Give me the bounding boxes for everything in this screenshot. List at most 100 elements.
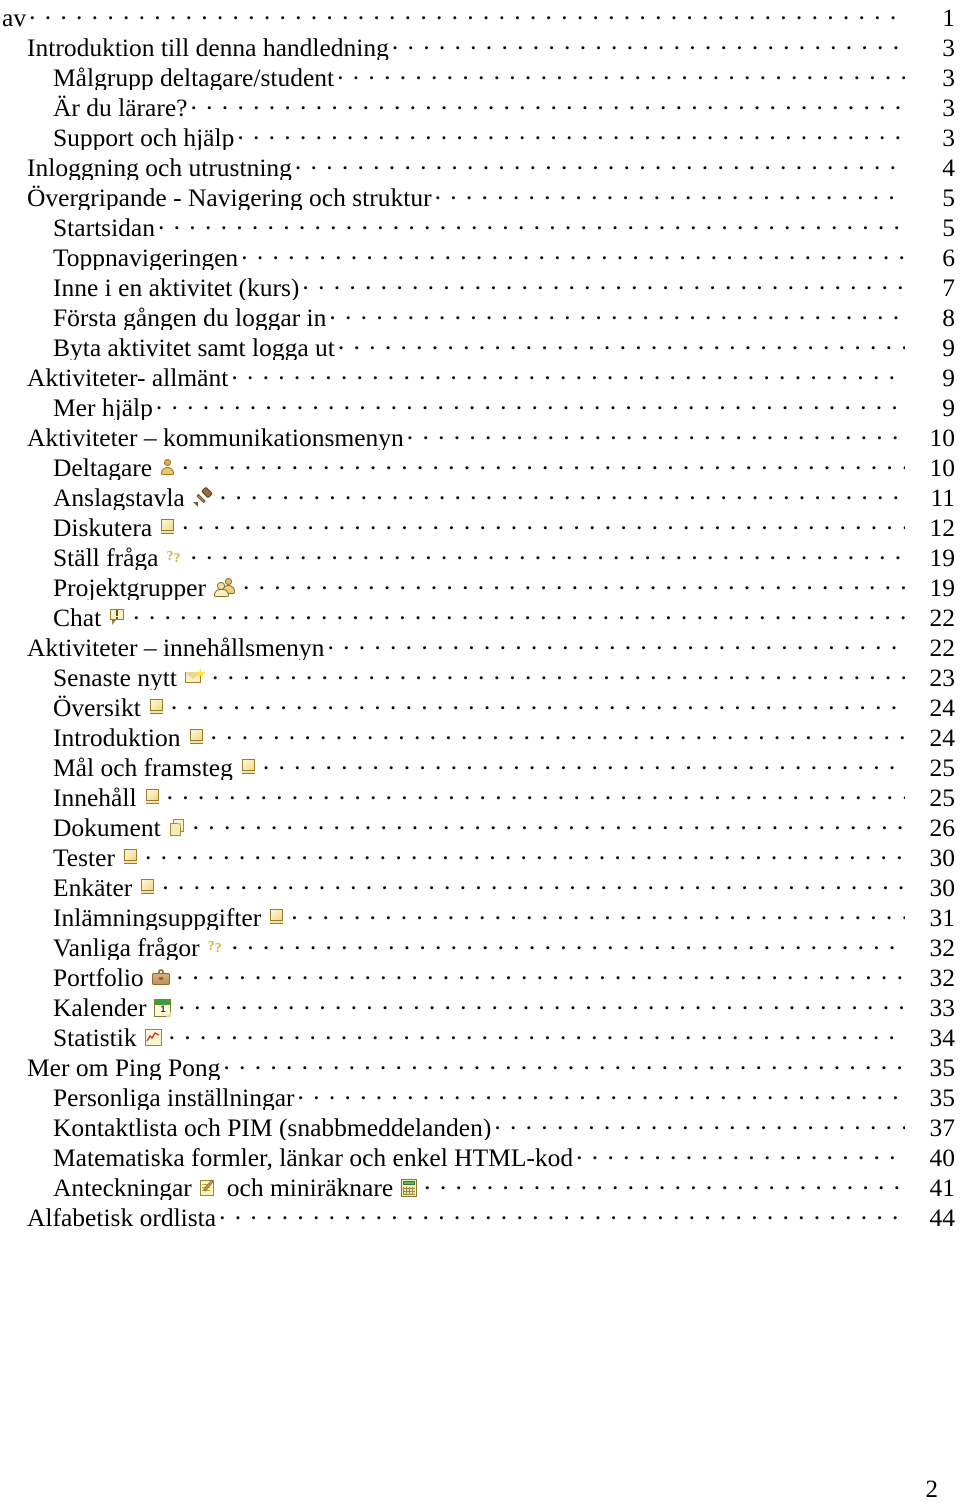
toc-entry[interactable]: Första gången du loggar in 8 bbox=[0, 300, 960, 330]
dot-leader bbox=[327, 630, 905, 656]
toc-entry-page-number: 34 bbox=[929, 1022, 956, 1051]
dot-leader bbox=[211, 720, 906, 746]
dot-leader bbox=[177, 960, 905, 986]
toc-entry[interactable]: Support och hjälp 3 bbox=[0, 120, 960, 150]
toc-entry-title: Matematiska formler, länkar och enkel HT… bbox=[53, 1142, 574, 1171]
toc-entry[interactable]: Aktiviteter- allmänt 9 bbox=[0, 360, 960, 390]
toc-entry-title: Översikt bbox=[53, 692, 141, 721]
book-icon bbox=[149, 699, 164, 716]
toc-entry-page-number: 35 bbox=[929, 1082, 956, 1111]
notepad-pencil-icon bbox=[199, 1179, 217, 1197]
dot-leader bbox=[171, 690, 905, 716]
toc-entry[interactable]: Byta aktivitet samt logga ut 9 bbox=[0, 330, 960, 360]
toc-entry[interactable]: av 1 bbox=[0, 0, 960, 30]
toc-entry-page-number: 32 bbox=[929, 932, 956, 961]
toc-entry[interactable]: Kontaktlista och PIM (snabbmeddelanden) 3… bbox=[0, 1110, 960, 1140]
toc-entry-page-number: 4 bbox=[942, 152, 955, 181]
toc-entry[interactable]: Deltagare 10 bbox=[0, 450, 960, 480]
toc-entry[interactable]: Inlämningsuppgifter 31 bbox=[0, 900, 960, 930]
toc-entry-label: Inlämningsuppgifter bbox=[0, 903, 288, 930]
toc-entry[interactable]: Aktiviteter – innehållsmenyn 22 bbox=[0, 630, 960, 660]
toc-entry-label: Ställ fråga?? bbox=[0, 543, 188, 571]
toc-entry[interactable]: Innehåll 25 bbox=[0, 780, 960, 810]
calendar-icon: 1 bbox=[154, 998, 172, 1017]
toc-entry-label: Aktiviteter – kommunikationsmenyn bbox=[0, 423, 404, 451]
dot-leader bbox=[329, 300, 905, 326]
toc-entry-page-number: 37 bbox=[929, 1112, 956, 1141]
dot-leader bbox=[576, 1140, 905, 1166]
book-icon bbox=[241, 759, 256, 776]
dot-leader bbox=[162, 870, 905, 896]
toc-entry[interactable]: Personliga inställningar 35 bbox=[0, 1080, 960, 1110]
toc-entry-label: Matematiska formler, länkar och enkel HT… bbox=[0, 1143, 573, 1171]
toc-entry-title-suffix: och miniräknare bbox=[226, 1172, 394, 1201]
toc-entry[interactable]: Anteckningar och miniräknare 41 bbox=[0, 1170, 960, 1200]
toc-entry[interactable]: Inloggning och utrustning 4 bbox=[0, 150, 960, 180]
toc-entry-title: Personliga inställningar bbox=[53, 1082, 295, 1111]
toc-entry[interactable]: Introduktion till denna handledning 3 bbox=[0, 30, 960, 60]
dot-leader bbox=[232, 930, 905, 956]
dot-leader bbox=[182, 510, 905, 536]
toc-entry-page-number: 10 bbox=[929, 452, 956, 481]
book-icon bbox=[189, 729, 204, 746]
toc-entry[interactable]: Översikt 24 bbox=[0, 690, 960, 720]
toc-entry-title: Tester bbox=[53, 842, 115, 871]
toc-entry[interactable]: Mer hjälp 9 bbox=[0, 390, 960, 420]
dot-leader bbox=[182, 450, 905, 476]
dot-leader bbox=[158, 210, 905, 236]
toc-entry-label: Introduktion till denna handledning bbox=[0, 33, 389, 61]
toc-entry[interactable]: Senaste nytt 23 bbox=[0, 660, 960, 690]
toc-entry[interactable]: Kalender 1 33 bbox=[0, 990, 960, 1020]
toc-entry[interactable]: Chat 22 bbox=[0, 600, 960, 630]
toc-entry[interactable]: Alfabetisk ordlista 44 bbox=[0, 1200, 960, 1230]
toc-entry-title: Enkäter bbox=[53, 872, 133, 901]
toc-entry[interactable]: Ställ fråga?? 19 bbox=[0, 540, 960, 570]
toc-entry-page-number: 26 bbox=[929, 812, 956, 841]
toc-entry[interactable]: Vanliga frågor?? 32 bbox=[0, 930, 960, 960]
toc-entry[interactable]: Matematiska formler, länkar och enkel HT… bbox=[0, 1140, 960, 1170]
toc-entry-page-number: 3 bbox=[942, 92, 955, 121]
toc-entry[interactable]: Introduktion 24 bbox=[0, 720, 960, 750]
toc-entry[interactable]: Inne i en aktivitet (kurs) 7 bbox=[0, 270, 960, 300]
toc-entry-label: Kalender 1 bbox=[0, 992, 175, 1021]
toc-entry[interactable]: Anslagstavla 11 bbox=[0, 480, 960, 510]
dot-leader bbox=[212, 660, 905, 686]
dot-leader bbox=[219, 1200, 905, 1226]
toc-entry[interactable]: Mål och framsteg 25 bbox=[0, 750, 960, 780]
toc-entry[interactable]: Dokument 26 bbox=[0, 810, 960, 840]
toc-entry-page-number: 24 bbox=[929, 722, 956, 751]
dot-leader bbox=[223, 1050, 905, 1076]
toc-entry-title: Kalender bbox=[53, 992, 147, 1021]
toc-entry-label: Översikt bbox=[0, 692, 168, 721]
toc-entry[interactable]: Startsidan 5 bbox=[0, 210, 960, 240]
briefcase-icon bbox=[151, 969, 170, 986]
toc-entry[interactable]: Statistik 34 bbox=[0, 1020, 960, 1050]
toc-entry-title: Introduktion till denna handledning bbox=[27, 32, 389, 61]
toc-entry[interactable]: Projektgrupper 19 bbox=[0, 570, 960, 600]
toc-entry-label: Byta aktivitet samt logga ut bbox=[0, 333, 335, 361]
toc-entry[interactable]: Portfolio 32 bbox=[0, 960, 960, 990]
toc-entry-label: Anslagstavla bbox=[0, 483, 217, 510]
toc-entry[interactable]: Tester 30 bbox=[0, 840, 960, 870]
toc-entry-title: Introduktion bbox=[53, 722, 181, 751]
toc-entry-title: Mer om Ping Pong bbox=[27, 1052, 221, 1081]
toc-entry-label: Inne i en aktivitet (kurs) bbox=[0, 273, 299, 301]
toc-entry[interactable]: Övergripande - Navigering och struktur 5 bbox=[0, 180, 960, 210]
toc-entry-title: av bbox=[2, 2, 27, 31]
toc-entry-title: Alfabetisk ordlista bbox=[27, 1202, 217, 1231]
toc-entry-label: Diskutera bbox=[0, 513, 179, 540]
toc-entry-title: Mer hjälp bbox=[53, 392, 153, 421]
dot-leader bbox=[392, 30, 905, 56]
toc-entry-title: Chat bbox=[53, 602, 102, 631]
toc-entry[interactable]: Aktiviteter – kommunikationsmenyn 10 bbox=[0, 420, 960, 450]
toc-entry-title: Inloggning och utrustning bbox=[27, 152, 292, 181]
toc-entry-page-number: 25 bbox=[929, 752, 956, 781]
toc-entry[interactable]: Diskutera 12 bbox=[0, 510, 960, 540]
toc-entry-label: av bbox=[0, 3, 26, 31]
toc-entry[interactable]: Toppnavigeringen 6 bbox=[0, 240, 960, 270]
toc-entry-page-number: 24 bbox=[929, 692, 956, 721]
toc-entry[interactable]: Enkäter 30 bbox=[0, 870, 960, 900]
toc-entry[interactable]: Mer om Ping Pong 35 bbox=[0, 1050, 960, 1080]
toc-entry[interactable]: Är du lärare? 3 bbox=[0, 90, 960, 120]
toc-entry[interactable]: Målgrupp deltagare/student 3 bbox=[0, 60, 960, 90]
